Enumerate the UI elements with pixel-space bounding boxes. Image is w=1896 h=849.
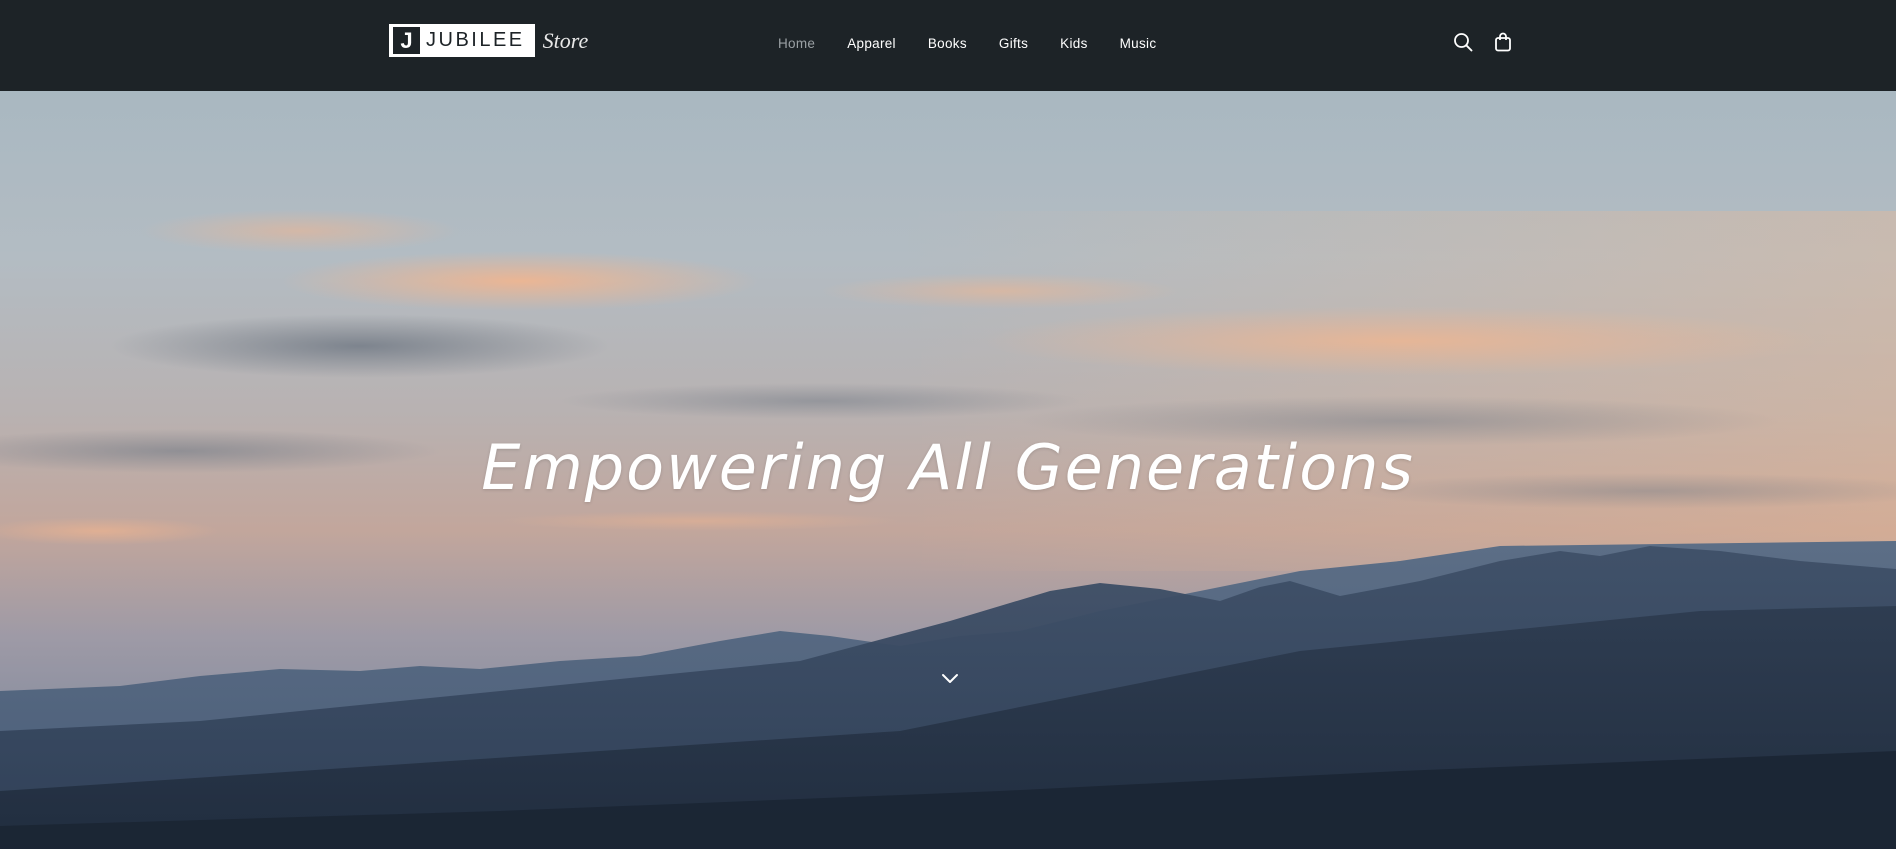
nav-item-gifts[interactable]: Gifts — [983, 36, 1044, 51]
logo-mark: J — [393, 27, 420, 54]
nav-item-apparel[interactable]: Apparel — [831, 36, 912, 51]
nav-item-home[interactable]: Home — [762, 36, 831, 51]
logo-store-text: Store — [542, 28, 589, 53]
nav-item-books[interactable]: Books — [912, 36, 983, 51]
main-nav: Home Apparel Books Gifts Kids Music — [762, 0, 1172, 86]
hero-heading: Empowering All Generations — [481, 431, 1415, 504]
nav-item-music[interactable]: Music — [1104, 36, 1173, 51]
chevron-down-icon[interactable] — [938, 666, 962, 690]
hero-banner: Empowering All Generations — [0, 91, 1896, 849]
nav-item-kids[interactable]: Kids — [1044, 36, 1103, 51]
header-actions — [1452, 31, 1514, 53]
site-header: J JUBILEE Store Home Apparel Books Gifts… — [0, 0, 1896, 91]
store-logo[interactable]: J JUBILEE Store — [389, 24, 588, 57]
logo-badge: J JUBILEE — [389, 24, 535, 57]
logo-wordmark: JUBILEE — [426, 29, 525, 51]
search-icon[interactable] — [1452, 31, 1474, 53]
shopping-bag-icon[interactable] — [1492, 31, 1514, 53]
